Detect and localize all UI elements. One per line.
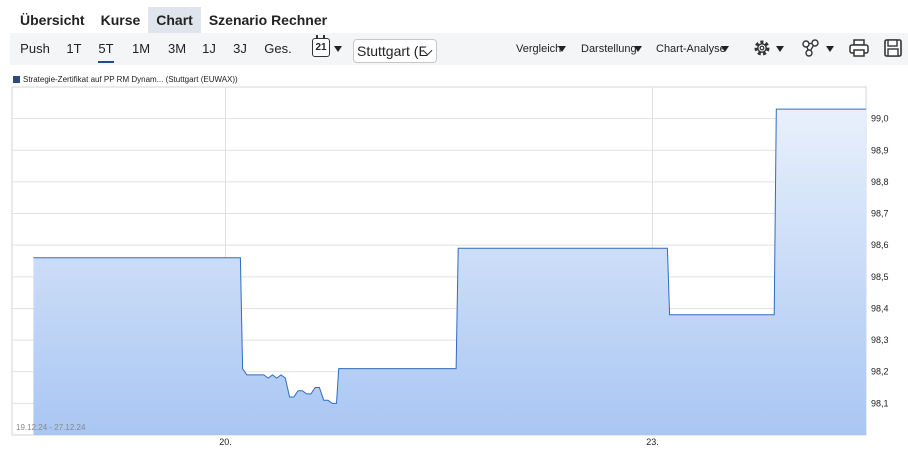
compare-menu[interactable]: Vergleich: [516, 33, 561, 65]
calendar-day: 21: [315, 42, 327, 53]
chart-analysis-menu[interactable]: Chart-Analyse: [656, 33, 726, 65]
tab-szenario-rechner[interactable]: Szenario Rechner: [201, 7, 335, 33]
price-chart: 98,1 98,2 98,3 98,4 98,5 98,6 98,7 98,8 98,9 99,0…: [11, 86, 889, 447]
y-axis-labels: 98,1 98,2 98,3 98,4 98,5 98,6 98,7 98,8 98,9 99,0: [871, 114, 889, 409]
chart-analysis-menu-label: Chart-Analyse: [656, 43, 726, 55]
exchange-select-value: Stuttgart (E: [357, 43, 428, 59]
analysis-chevron-down-icon[interactable]: [721, 46, 729, 52]
y-tick-label: 98,8: [871, 177, 889, 187]
compare-menu-label: Vergleich: [516, 43, 562, 55]
range-push[interactable]: Push: [20, 33, 50, 65]
save-icon[interactable]: [883, 38, 903, 58]
share-chevron-down-icon[interactable]: [826, 46, 834, 52]
x-axis-labels: 20.23.27.: [219, 437, 659, 447]
y-tick-label: 98,3: [871, 335, 889, 345]
y-tick-label: 99,0: [871, 114, 889, 124]
range-1t[interactable]: 1T: [65, 33, 83, 65]
print-icon[interactable]: [848, 38, 870, 58]
tab-kurse[interactable]: Kurse: [93, 7, 149, 33]
chart-legend: Strategie-Zertifikat auf PP RM Dynam... …: [13, 75, 238, 84]
share-icon[interactable]: [800, 38, 822, 58]
range-1m[interactable]: 1M: [130, 33, 152, 65]
tab-uebersicht[interactable]: Übersicht: [12, 7, 93, 33]
legend-swatch: [13, 76, 20, 83]
compare-chevron-down-icon[interactable]: [558, 46, 566, 52]
settings-chevron-down-icon[interactable]: [776, 46, 784, 52]
calendar-chevron-down-icon[interactable]: [334, 46, 342, 52]
y-tick-label: 98,5: [871, 272, 889, 282]
range-3m[interactable]: 3M: [166, 33, 188, 65]
legend-label: Strategie-Zertifikat auf PP RM Dynam... …: [23, 75, 238, 84]
exchange-select[interactable]: Stuttgart (E: [353, 39, 437, 63]
gear-icon[interactable]: [752, 38, 772, 58]
y-tick-label: 98,9: [871, 145, 889, 155]
display-chevron-down-icon[interactable]: [634, 46, 642, 52]
display-menu[interactable]: Darstellung: [581, 33, 637, 65]
y-tick-label: 98,6: [871, 240, 889, 250]
y-tick-label: 98,7: [871, 209, 889, 219]
date-range-label: 19.12.24 - 27.12.24: [16, 423, 86, 432]
x-tick-label: 20.: [219, 437, 232, 447]
section-tabs: Übersicht Kurse Chart Szenario Rechner: [12, 7, 335, 33]
x-tick-label: 23.: [646, 437, 659, 447]
range-ges[interactable]: Ges.: [264, 33, 292, 65]
calendar-icon[interactable]: 21: [312, 35, 330, 57]
tab-chart[interactable]: Chart: [148, 7, 201, 33]
chart-toolbar: Push 1T 5T 1M 3M 1J 3J Ges. 21 Stuttgart…: [10, 33, 908, 65]
range-3j[interactable]: 3J: [232, 33, 248, 65]
display-menu-label: Darstellung: [581, 43, 637, 55]
range-5t[interactable]: 5T: [97, 33, 115, 65]
y-tick-label: 98,2: [871, 367, 889, 377]
y-tick-label: 98,4: [871, 303, 889, 313]
y-tick-label: 98,1: [871, 398, 889, 408]
range-1j[interactable]: 1J: [201, 33, 217, 65]
